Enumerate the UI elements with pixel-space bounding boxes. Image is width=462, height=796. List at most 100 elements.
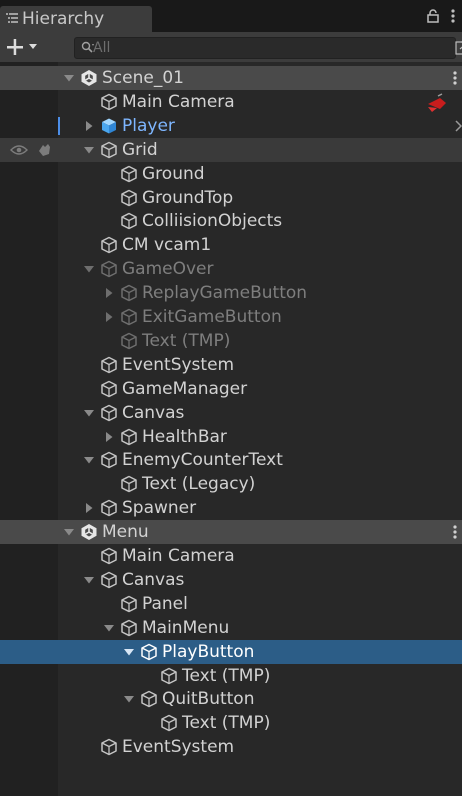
gameobject-icon — [101, 404, 117, 421]
row-label: ExitGameButton — [142, 307, 282, 327]
hierarchy-row[interactable]: EnemyCounterText — [0, 448, 462, 472]
window-menu-icon[interactable] — [451, 8, 455, 24]
hierarchy-toolbar — [0, 32, 462, 62]
scene-menu-icon[interactable] — [453, 70, 457, 86]
expand-arrow-down-icon[interactable] — [63, 72, 75, 84]
gameobject-icon — [101, 738, 117, 756]
scene-menu-icon[interactable] — [453, 524, 457, 540]
tab-bar: Hierarchy — [0, 0, 462, 32]
expand-arrow-down-icon[interactable] — [83, 144, 95, 156]
hierarchy-row[interactable]: GameManager — [0, 377, 462, 401]
unity-scene-icon — [81, 70, 97, 86]
tab-label: Hierarchy — [22, 9, 105, 29]
hierarchy-row[interactable]: Canvas — [0, 401, 462, 425]
hierarchy-row[interactable]: MainMenu — [0, 616, 462, 640]
row-label: HealthBar — [142, 426, 227, 447]
hierarchy-row[interactable]: Player — [0, 114, 462, 138]
gameobject-icon — [121, 619, 137, 636]
gameobject-icon — [101, 141, 117, 158]
expand-arrow-right-icon[interactable] — [103, 311, 115, 323]
scene-row[interactable]: Menu — [0, 520, 462, 545]
hierarchy-row[interactable]: Panel — [0, 592, 462, 616]
expand-arrow-down-icon[interactable] — [123, 693, 135, 705]
pickable-hand-icon[interactable] — [36, 142, 52, 158]
scene-row[interactable]: Scene_01 — [0, 66, 462, 90]
gameobject-icon — [101, 356, 117, 374]
hierarchy-row[interactable]: Text (Legacy) — [0, 472, 462, 496]
gameobject-icon — [121, 428, 137, 445]
open-prefab-arrow-icon[interactable] — [455, 120, 462, 132]
gameobject-icon — [121, 284, 137, 302]
hierarchy-row[interactable]: QuitButton — [0, 687, 462, 711]
row-label: Text (Legacy) — [142, 474, 256, 495]
hierarchy-row[interactable]: ReplayGameButton — [0, 281, 462, 305]
expand-arrow-down-icon[interactable] — [83, 454, 95, 466]
row-label: QuitButton — [162, 689, 255, 710]
gameobject-icon — [121, 332, 137, 350]
hierarchy-row[interactable]: Grid — [0, 137, 462, 162]
gameobject-icon — [101, 260, 117, 278]
expand-arrow-down-icon[interactable] — [83, 407, 95, 419]
expand-arrow-right-icon[interactable] — [103, 287, 115, 299]
row-label: Text (TMP) — [182, 665, 271, 686]
search-in-scene-icon[interactable] — [455, 40, 462, 56]
row-label: GameManager — [122, 378, 248, 399]
hierarchy-row[interactable]: ColliisionObjects — [0, 209, 462, 233]
row-label: Main Camera — [122, 546, 235, 566]
hierarchy-row[interactable]: Text (TMP) — [0, 711, 462, 735]
row-label: Menu — [102, 522, 149, 543]
hierarchy-row[interactable]: PlayButton — [0, 639, 462, 664]
hierarchy-row[interactable]: Ground — [0, 162, 462, 186]
expand-arrow-right-icon[interactable] — [83, 120, 95, 132]
list-icon — [6, 13, 18, 23]
hierarchy-row[interactable]: Spawner — [0, 496, 462, 520]
hierarchy-row[interactable]: Main Camera — [0, 544, 462, 568]
gameobject-icon — [101, 499, 117, 517]
hierarchy-row[interactable]: GameOver — [0, 257, 462, 281]
lock-icon[interactable] — [427, 9, 439, 23]
hierarchy-row[interactable]: EventSystem — [0, 735, 462, 759]
search-field[interactable] — [74, 37, 462, 59]
hierarchy-row[interactable]: Main Camera — [0, 90, 462, 114]
gameobject-icon — [161, 715, 177, 732]
expand-arrow-down-icon[interactable] — [83, 574, 95, 586]
expand-arrow-down-icon[interactable] — [83, 263, 95, 275]
row-label: Main Camera — [122, 91, 235, 112]
create-dropdown-button[interactable] — [4, 36, 48, 58]
expand-arrow-right-icon[interactable] — [103, 431, 115, 443]
expand-arrow-down-icon[interactable] — [63, 526, 75, 538]
visibility-eye-icon[interactable] — [10, 144, 28, 156]
hierarchy-row[interactable]: Canvas — [0, 568, 462, 592]
row-label: EventSystem — [122, 737, 235, 758]
hierarchy-row[interactable]: Text (TMP) — [0, 329, 462, 353]
hierarchy-row[interactable]: CM vcam1 — [0, 233, 462, 257]
expand-arrow-down-icon[interactable] — [123, 646, 135, 658]
gameobject-icon — [121, 476, 137, 493]
row-label: Canvas — [122, 402, 185, 423]
gameobject-icon — [101, 571, 117, 589]
row-label: Panel — [142, 593, 188, 614]
gameobject-icon — [101, 452, 117, 469]
hierarchy-row[interactable]: ExitGameButton — [0, 305, 462, 329]
row-label: Spawner — [122, 498, 197, 519]
hierarchy-row[interactable]: GroundTop — [0, 186, 462, 210]
row-label: GameOver — [122, 259, 214, 280]
expand-arrow-down-icon[interactable] — [103, 622, 115, 634]
search-input[interactable] — [93, 38, 423, 58]
row-label: Canvas — [122, 569, 185, 590]
row-label: Ground — [142, 163, 205, 184]
hierarchy-row[interactable]: HealthBar — [0, 425, 462, 449]
hierarchy-row[interactable]: EventSystem — [0, 353, 462, 377]
row-label: EnemyCounterText — [122, 450, 283, 471]
row-label: PlayButton — [162, 641, 255, 662]
unity-scene-icon — [81, 524, 97, 541]
expand-arrow-right-icon[interactable] — [83, 502, 95, 514]
tab-hierarchy[interactable]: Hierarchy — [0, 6, 152, 32]
row-label: Grid — [122, 139, 158, 160]
gameobject-icon — [101, 380, 117, 397]
gameobject-icon — [101, 93, 117, 111]
row-label: CM vcam1 — [122, 235, 212, 256]
hierarchy-row[interactable]: Text (TMP) — [0, 664, 462, 688]
row-label: ColliisionObjects — [142, 211, 283, 232]
row-label: Scene_01 — [102, 68, 184, 88]
